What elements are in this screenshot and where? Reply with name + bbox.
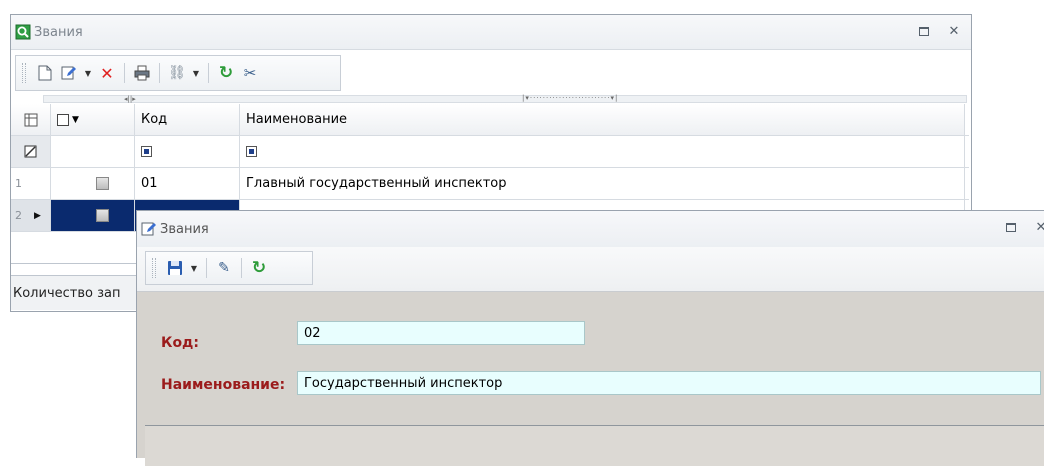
row-number: 1 bbox=[11, 168, 51, 199]
scroll-arrows-icon: ◂||▸ bbox=[124, 95, 136, 103]
column-chooser-button[interactable] bbox=[11, 104, 51, 135]
maximize-button[interactable] bbox=[1004, 220, 1018, 234]
save-icon bbox=[168, 261, 182, 275]
window-title: Звания bbox=[34, 24, 83, 40]
column-scroll-bar[interactable]: ◂||▸ |▾·························▾| bbox=[43, 94, 967, 103]
window-edit-rank: Звания ✕ ▼ ✎ ↻ Код: 02 Наименование: Гос… bbox=[136, 210, 1044, 466]
filter-mode-icon bbox=[246, 146, 257, 157]
tools-icon: ✂ bbox=[243, 64, 257, 82]
toolbar-separator bbox=[208, 63, 209, 83]
close-icon: ✕ bbox=[948, 23, 960, 39]
edit-icon bbox=[61, 66, 76, 80]
toolbar-separator bbox=[241, 258, 242, 278]
filter-icon bbox=[24, 145, 37, 158]
grid-filter-row bbox=[11, 136, 969, 168]
edit-dropdown-arrow[interactable]: ▼ bbox=[84, 69, 92, 78]
grid-header-row: ▼ Код Наименование bbox=[11, 104, 969, 136]
filter-toggle-button[interactable] bbox=[11, 136, 51, 167]
column-header-name[interactable]: Наименование bbox=[240, 104, 965, 135]
code-field[interactable]: 02 bbox=[297, 321, 585, 345]
close-button[interactable]: ✕ bbox=[1034, 219, 1044, 235]
maximize-button[interactable] bbox=[917, 24, 931, 38]
close-icon: ✕ bbox=[1035, 219, 1044, 235]
titlebar[interactable]: Звания ✕ bbox=[137, 211, 1044, 248]
printer-icon bbox=[134, 65, 150, 81]
search-window-icon bbox=[15, 24, 31, 40]
checkbox-icon bbox=[96, 209, 109, 222]
new-document-icon bbox=[38, 65, 52, 81]
titlebar[interactable]: Звания ✕ bbox=[11, 15, 971, 50]
row-number: 2 ▶ bbox=[11, 200, 51, 231]
refresh-icon: ↻ bbox=[251, 258, 267, 278]
maximize-icon bbox=[919, 26, 929, 36]
toolbar: ▼ ✎ ↻ bbox=[145, 251, 313, 285]
link-icon: ⛓ bbox=[168, 65, 186, 81]
close-button[interactable]: ✕ bbox=[947, 23, 961, 39]
filter-cell-checkbox[interactable] bbox=[51, 136, 135, 167]
delete-button[interactable]: ✕ bbox=[98, 63, 116, 83]
divider bbox=[11, 263, 153, 264]
refresh-icon: ↻ bbox=[218, 63, 234, 83]
delete-icon: ✕ bbox=[100, 63, 114, 83]
cell-code[interactable]: 01 bbox=[135, 168, 240, 199]
column-chooser-icon bbox=[24, 113, 37, 126]
current-row-arrow-icon: ▶ bbox=[34, 210, 41, 221]
table-row[interactable]: 1 01 Главный государственный инспектор bbox=[11, 168, 969, 200]
print-button[interactable] bbox=[133, 64, 151, 82]
code-label: Код: bbox=[161, 335, 199, 351]
bottom-panel bbox=[145, 426, 1044, 466]
toolbar-separator bbox=[124, 63, 125, 83]
window-title: Звания bbox=[160, 221, 209, 237]
toolbar-separator bbox=[206, 258, 207, 278]
pen-icon: ✎ bbox=[218, 260, 230, 276]
edit-window-icon bbox=[141, 222, 156, 236]
filter-cell-code[interactable] bbox=[135, 136, 240, 167]
toolbar-grip[interactable] bbox=[22, 63, 26, 83]
checkbox-icon bbox=[57, 113, 69, 126]
chevron-down-icon: ▼ bbox=[72, 114, 79, 125]
edit-button[interactable] bbox=[60, 64, 78, 82]
maximize-icon bbox=[1006, 222, 1016, 232]
select-all-checkbox[interactable]: ▼ bbox=[51, 104, 135, 135]
settings-button[interactable]: ✂ bbox=[241, 64, 259, 82]
status-bar: Количество зап bbox=[11, 275, 155, 310]
new-document-button[interactable] bbox=[36, 64, 54, 82]
toolbar: ▼ ✕ ⛓ ▼ ↻ ✂ bbox=[15, 55, 341, 91]
scroll-track-icon: |▾·························▾| bbox=[522, 94, 619, 102]
name-field[interactable]: Государственный инспектор bbox=[297, 371, 1041, 395]
pen-button[interactable]: ✎ bbox=[215, 259, 233, 277]
toolbar-separator bbox=[159, 63, 160, 83]
refresh-button[interactable]: ↻ bbox=[250, 258, 268, 278]
refresh-button[interactable]: ↻ bbox=[217, 63, 235, 83]
checkbox-icon bbox=[96, 177, 109, 190]
save-dropdown-arrow[interactable]: ▼ bbox=[190, 264, 198, 273]
row-checkbox[interactable] bbox=[51, 200, 135, 231]
link-dropdown-arrow[interactable]: ▼ bbox=[192, 69, 200, 78]
column-header-code[interactable]: Код bbox=[135, 104, 240, 135]
filter-cell-name[interactable] bbox=[240, 136, 965, 167]
filter-mode-icon bbox=[141, 146, 152, 157]
toolbar-grip[interactable] bbox=[152, 258, 156, 278]
link-button[interactable]: ⛓ bbox=[168, 64, 186, 82]
save-button[interactable] bbox=[166, 259, 184, 277]
row-checkbox[interactable] bbox=[51, 168, 135, 199]
name-label: Наименование: bbox=[161, 377, 286, 393]
cell-name[interactable]: Главный государственный инспектор bbox=[240, 168, 965, 199]
row-number-text: 2 bbox=[15, 209, 22, 222]
